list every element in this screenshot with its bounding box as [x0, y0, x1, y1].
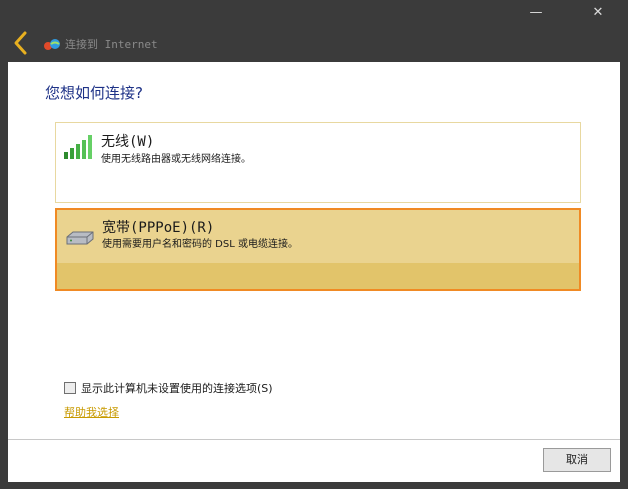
broadband-modem-icon [65, 230, 95, 250]
option-broadband-description: 使用需要用户名和密码的 DSL 或电缆连接。 [102, 239, 298, 250]
option-wireless[interactable]: 无线(W) 使用无线路由器或无线网络连接。 [55, 122, 581, 203]
help-me-choose-link[interactable]: 帮助我选择 [64, 404, 119, 420]
title-bar: — ✕ 连接到 Internet [0, 0, 628, 62]
dialog-content: 您想如何连接? 无线(W) 使用无线路由器或无线网络连接。 宽带(PPPoE)(… [8, 62, 620, 439]
back-arrow-icon[interactable] [10, 30, 34, 56]
show-unconfigured-label[interactable]: 显示此计算机未设置使用的连接选项(S) [81, 380, 273, 396]
cancel-button[interactable]: 取消 [543, 448, 611, 472]
page-heading: 您想如何连接? [45, 84, 143, 102]
close-button[interactable]: ✕ [582, 2, 614, 24]
window-title: 连接到 Internet [65, 38, 158, 51]
option-wireless-title: 无线(W) [101, 134, 155, 150]
option-broadband[interactable]: 宽带(PPPoE)(R) 使用需要用户名和密码的 DSL 或电缆连接。 [55, 208, 581, 291]
option-wireless-description: 使用无线路由器或无线网络连接。 [101, 154, 251, 165]
option-broadband-title: 宽带(PPPoE)(R) [102, 220, 215, 236]
wireless-signal-icon [64, 134, 94, 164]
show-unconfigured-checkbox[interactable] [64, 382, 76, 394]
network-globe-icon [43, 37, 61, 51]
minimize-button[interactable]: — [520, 2, 552, 24]
show-unconfigured-option[interactable]: 显示此计算机未设置使用的连接选项(S) [64, 380, 273, 396]
dialog-footer: 取消 [8, 439, 620, 482]
